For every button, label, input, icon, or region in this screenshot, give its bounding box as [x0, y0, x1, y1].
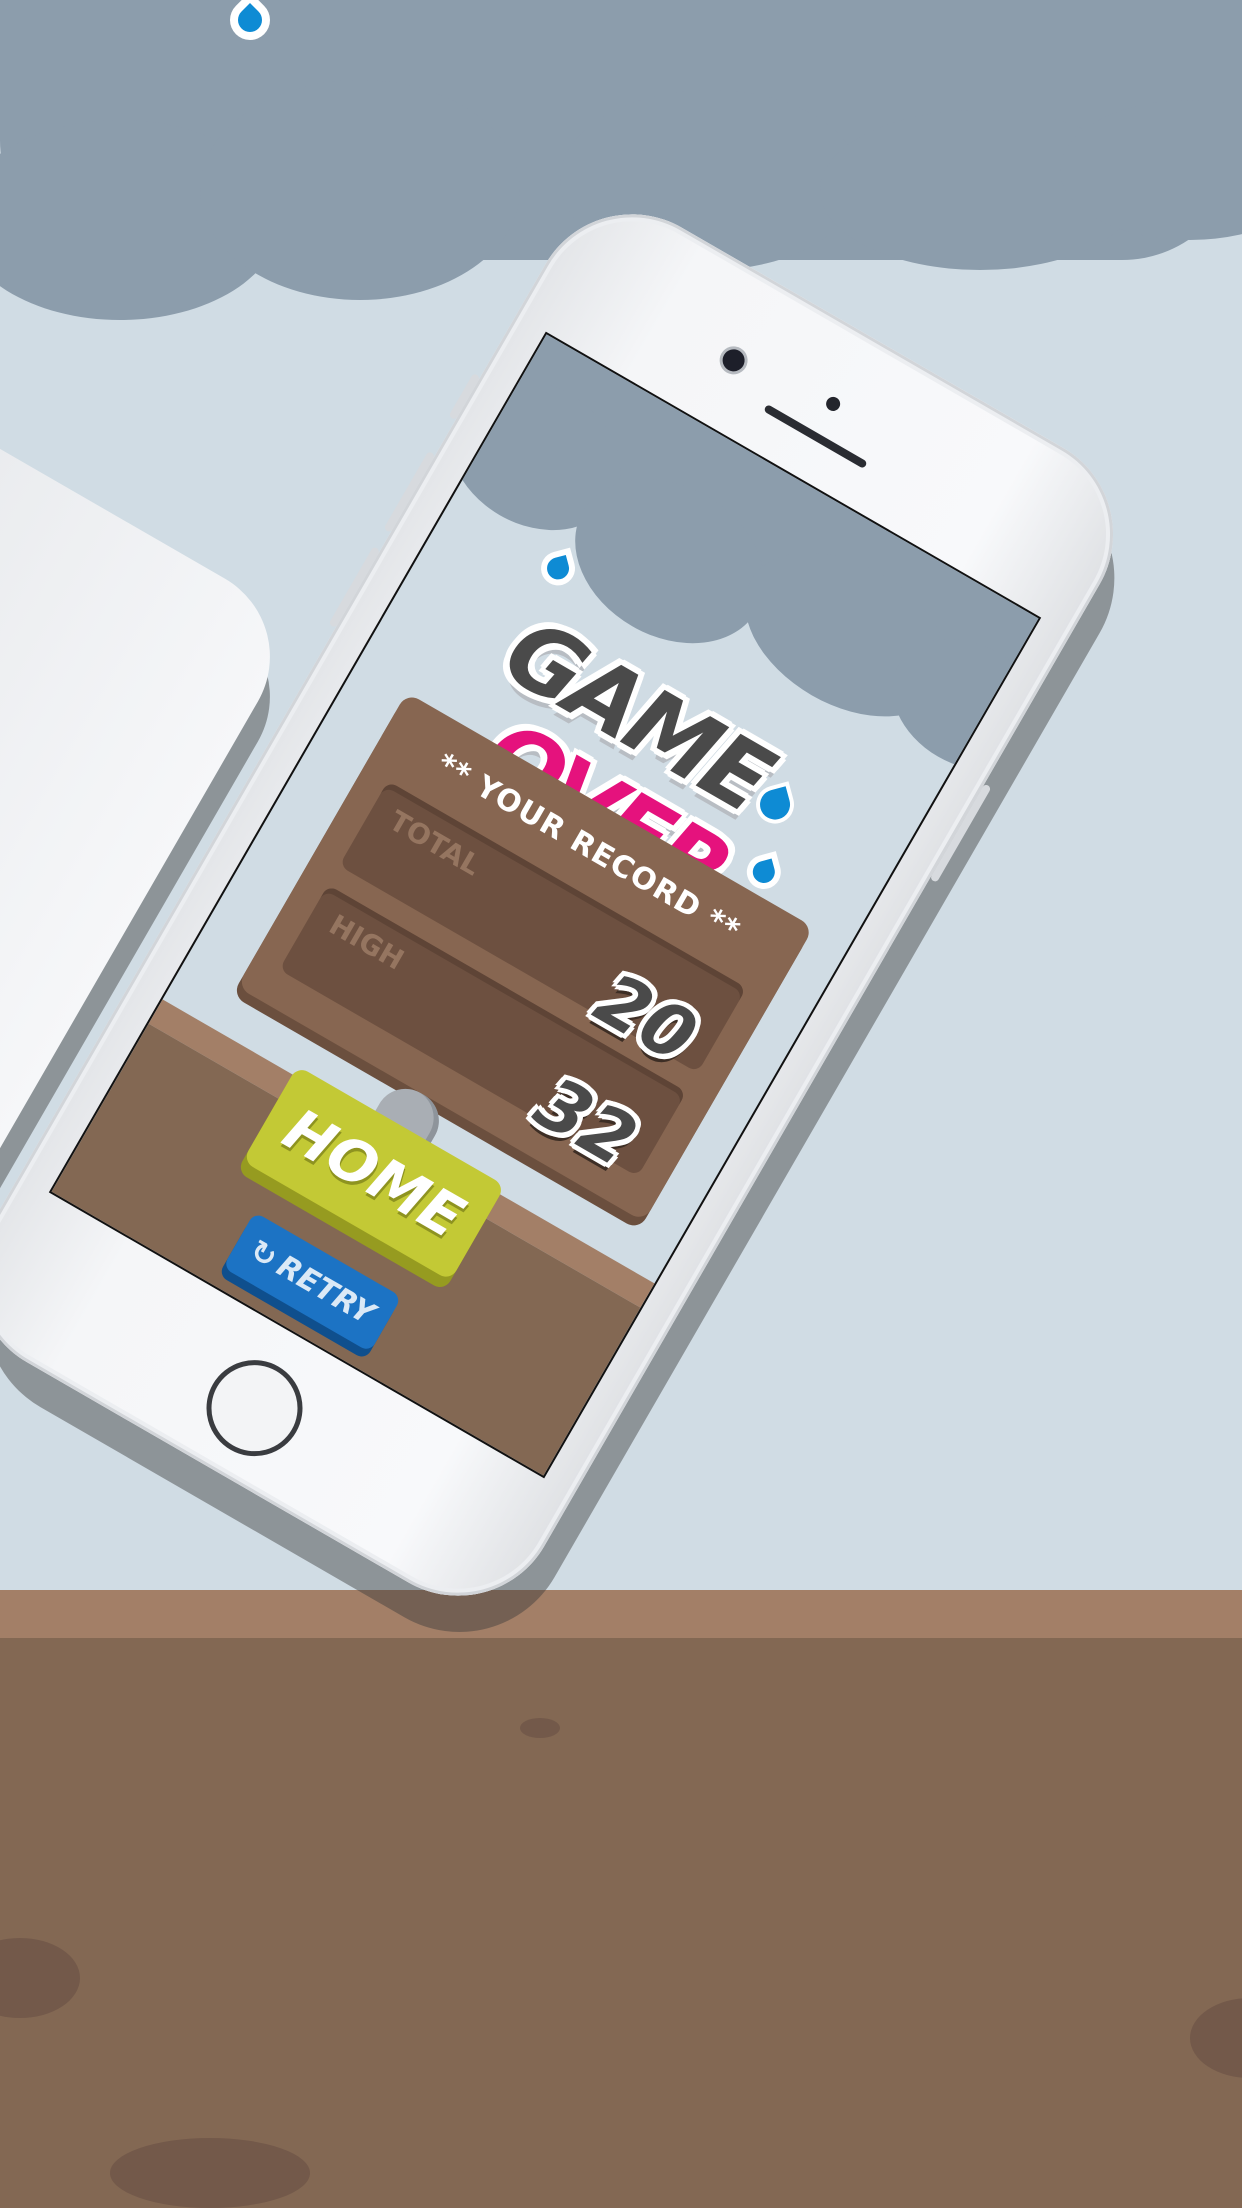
device-home-button[interactable]: [188, 1342, 321, 1474]
phone-body: GAMEOVER ** YOUR RECORD ** TOTAL 20 HIGH…: [0, 177, 1150, 1633]
record-value: 32: [521, 1060, 651, 1183]
earpiece-speaker: [763, 404, 868, 469]
front-camera: [718, 345, 749, 376]
ground: [0, 1638, 1242, 2208]
record-label: TOTAL: [383, 804, 487, 883]
game-screen: GAMEOVER ** YOUR RECORD ** TOTAL 20 HIGH…: [51, 334, 1039, 1476]
raindrop-icon: [221, 0, 279, 49]
phone-mockup: GAMEOVER ** YOUR RECORD ** TOTAL 20 HIGH…: [0, 177, 1150, 1633]
proximity-sensor: [823, 394, 843, 414]
ground-edge: [0, 1590, 1242, 1640]
raindrop-icon: [535, 545, 581, 591]
record-label: HIGH: [323, 907, 410, 977]
